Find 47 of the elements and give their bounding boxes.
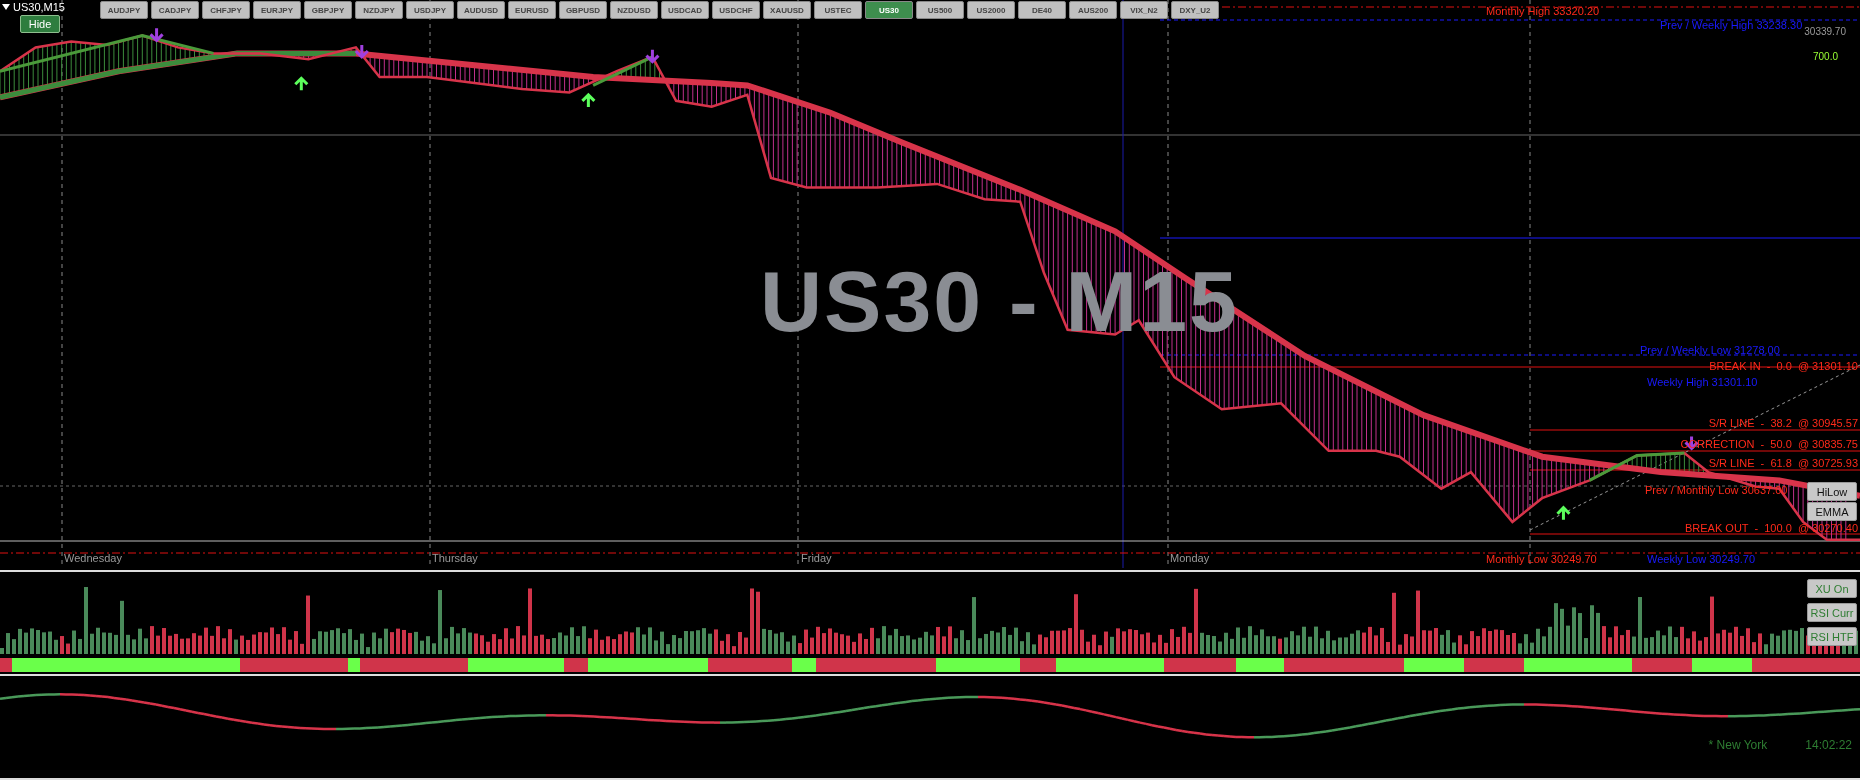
symbol-button[interactable]: VIX_N2: [1120, 1, 1168, 19]
symbol-button[interactable]: AUDUSD: [457, 1, 505, 19]
symbol-button[interactable]: USDCHF: [712, 1, 760, 19]
indicator-axis-label: 700.0: [1812, 51, 1838, 62]
symbol-button[interactable]: NZDUSD: [610, 1, 658, 19]
symbol-button[interactable]: XAUUSD: [763, 1, 811, 19]
panel-toggle-button[interactable]: RSI HTF: [1807, 627, 1857, 646]
symbol-button[interactable]: CHFJPY: [202, 1, 250, 19]
symbol-button[interactable]: US500: [916, 1, 964, 19]
dropdown-triangle-icon[interactable]: [2, 4, 10, 10]
panel-toggle-button[interactable]: XU On: [1807, 579, 1857, 598]
symbol-button[interactable]: AUDJPY: [100, 1, 148, 19]
price-axis-label: 30339.70: [1804, 26, 1846, 37]
symbol-button[interactable]: GBPJPY: [304, 1, 352, 19]
clock-city: * New York: [1708, 738, 1768, 752]
chart-toggle-button[interactable]: HiLow: [1807, 482, 1857, 501]
symbol-button[interactable]: DXY_U2: [1171, 1, 1219, 19]
clock-time: 14:02:22: [1805, 738, 1852, 752]
day-label: Wednesday: [64, 552, 122, 564]
day-label: Monday: [1170, 552, 1210, 564]
level-label: Prev / Weekly Low 31278.00: [1640, 344, 1780, 356]
symbol-button[interactable]: USTEC: [814, 1, 862, 19]
level-label: Monthly Low 30249.70: [1486, 553, 1597, 565]
symbol-button[interactable]: NZDJPY: [355, 1, 403, 19]
chart-toggle-button[interactable]: EMMA: [1807, 502, 1857, 521]
hide-button[interactable]: Hide: [20, 15, 60, 33]
symbol-button[interactable]: EURUSD: [508, 1, 556, 19]
level-label: Prev / Weekly High 33238.30: [1660, 19, 1803, 31]
panel-toggle-button[interactable]: RSI Curr: [1807, 603, 1857, 622]
chart-title: US30,M15: [13, 1, 65, 13]
symbol-button[interactable]: DE40: [1018, 1, 1066, 19]
level-label: Weekly Low 30249.70: [1647, 553, 1756, 565]
level-label: S/R LINE - 38.2 @ 30945.57: [1708, 417, 1858, 429]
day-label: Thursday: [432, 552, 478, 564]
symbol-button[interactable]: GBPUSD: [559, 1, 607, 19]
level-label: BREAK IN - 0.0 @ 31301.10: [1709, 360, 1858, 372]
symbol-button[interactable]: USDJPY: [406, 1, 454, 19]
day-label: Friday: [801, 552, 832, 564]
symbol-button[interactable]: US2000: [967, 1, 1015, 19]
symbol-button[interactable]: CADJPY: [151, 1, 199, 19]
symbol-button[interactable]: AUS200: [1069, 1, 1117, 19]
level-label: Monthly High 33320.20: [1486, 5, 1600, 17]
symbol-button[interactable]: US30: [865, 1, 913, 19]
symbol-button[interactable]: USDCAD: [661, 1, 709, 19]
level-label: Weekly High 31301.10: [1647, 376, 1758, 388]
symbol-button[interactable]: EURJPY: [253, 1, 301, 19]
level-label: S/R LINE - 61.8 @ 30725.93: [1708, 457, 1858, 469]
